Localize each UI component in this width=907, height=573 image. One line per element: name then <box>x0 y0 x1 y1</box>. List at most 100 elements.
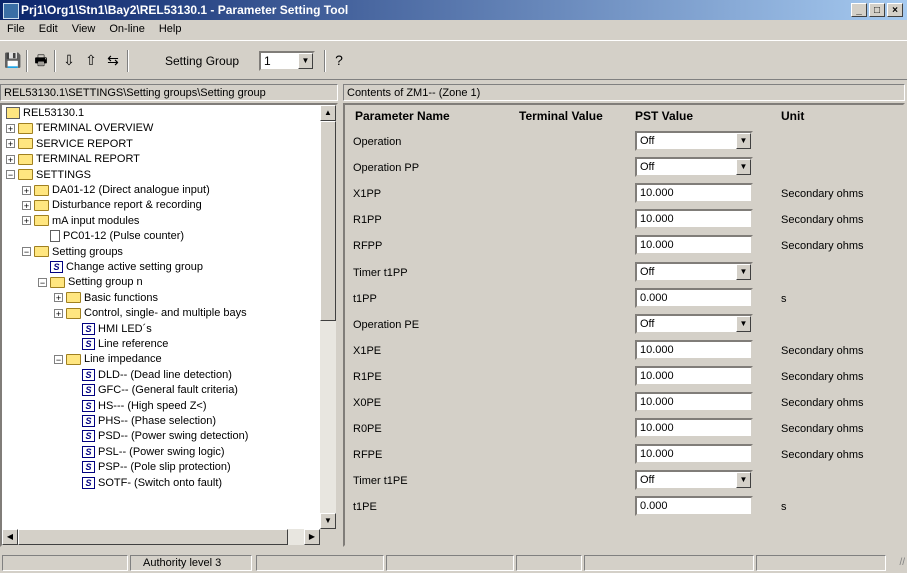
menu-file[interactable]: File <box>0 20 32 39</box>
expand-icon[interactable]: + <box>22 216 31 226</box>
tree-item[interactable]: PC01-12 (Pulse counter) <box>38 229 184 244</box>
scroll-left-icon[interactable]: ◀ <box>2 529 18 545</box>
tree-item[interactable]: − Setting group n <box>38 275 143 290</box>
collapse-icon[interactable]: − <box>38 277 47 287</box>
resize-grip-icon[interactable]: // <box>899 557 905 568</box>
chevron-down-icon[interactable]: ▼ <box>736 263 751 280</box>
scroll-up-icon[interactable]: ▲ <box>320 105 336 121</box>
parameter-name: RFPP <box>353 240 383 253</box>
write-to-terminal-icon[interactable]: ⇧ <box>82 51 100 69</box>
pst-value-select[interactable]: Off ▼ <box>635 313 753 334</box>
tree-item[interactable]: S SOTF- (Switch onto fault) <box>70 476 222 491</box>
tree-item-label: PC01-12 (Pulse counter) <box>63 230 185 243</box>
tree-item-label: PHS-- (Phase selection) <box>98 415 216 427</box>
parameter-row: R1PP 10.000 Secondary ohms <box>345 207 903 233</box>
pst-value-input[interactable]: 10.000 <box>635 339 753 360</box>
menu-edit[interactable]: Edit <box>32 20 65 39</box>
pst-value-select[interactable]: Off ▼ <box>635 470 753 491</box>
chevron-down-icon[interactable]: ▼ <box>298 53 313 69</box>
pst-value-input[interactable]: 0.000 <box>635 496 753 517</box>
pst-value-input[interactable]: 10.000 <box>635 418 753 439</box>
tree-item[interactable]: S PSP-- (Pole slip protection) <box>70 460 231 475</box>
expand-icon[interactable]: + <box>6 139 15 149</box>
tree-item[interactable]: S Line reference <box>70 337 168 352</box>
maximize-button[interactable]: □ <box>869 3 885 17</box>
menu-online[interactable]: On-line <box>102 20 151 39</box>
setting-group-select[interactable]: 1 ▼ <box>259 51 315 71</box>
tree-item[interactable]: S Change active setting group <box>38 260 203 275</box>
collapse-icon[interactable]: − <box>22 247 31 257</box>
parameter-row: t1PE 0.000 s <box>345 494 903 520</box>
tree-item[interactable]: S PHS-- (Phase selection) <box>70 414 216 429</box>
tree-item[interactable]: + mA input modules <box>22 214 139 229</box>
pst-value-input[interactable]: 10.000 <box>635 444 753 465</box>
chevron-down-icon[interactable]: ▼ <box>736 159 751 176</box>
tree-item-label: DLD-- (Dead line detection) <box>98 368 232 381</box>
header-parameter-name: Parameter Name <box>355 109 450 123</box>
expand-icon[interactable]: + <box>54 293 63 303</box>
save-icon[interactable]: 💾 <box>4 51 22 69</box>
chevron-down-icon[interactable]: ▼ <box>736 472 751 489</box>
menu-view[interactable]: View <box>65 20 103 39</box>
tree-item[interactable]: − SETTINGS <box>6 168 91 183</box>
pst-value-input[interactable]: 0.000 <box>635 287 753 308</box>
help-icon[interactable]: ? <box>330 51 348 69</box>
pst-value-input[interactable]: 10.000 <box>635 392 753 412</box>
parameter-row: X1PP 10.000 Secondary ohms <box>345 181 903 207</box>
close-button[interactable]: × <box>887 3 903 17</box>
expand-icon[interactable]: + <box>22 200 31 210</box>
settings-page-icon: S <box>82 415 95 428</box>
compare-icon[interactable]: ⇆ <box>104 51 122 69</box>
parameter-unit: s <box>781 292 787 305</box>
expand-icon[interactable]: + <box>22 185 31 195</box>
parameter-name: t1PE <box>353 501 377 514</box>
pst-value-input[interactable]: 10.000 <box>635 209 753 230</box>
scroll-thumb[interactable] <box>320 121 336 321</box>
scroll-right-icon[interactable]: ▶ <box>304 529 320 545</box>
tree-item-label: Line impedance <box>84 353 162 366</box>
read-from-terminal-icon[interactable]: ⇩ <box>60 51 78 69</box>
expand-icon[interactable]: + <box>54 308 63 318</box>
pst-value-select[interactable]: Off ▼ <box>635 131 753 151</box>
tree-item[interactable]: − Setting groups <box>22 245 123 260</box>
pst-value-select[interactable]: Off ▼ <box>635 261 753 282</box>
parameter-row: Operation Off ▼ <box>345 129 903 155</box>
collapse-icon[interactable]: − <box>54 354 63 364</box>
expand-icon[interactable]: + <box>6 123 15 133</box>
pst-value-input[interactable]: 10.000 <box>635 365 753 386</box>
menu-help[interactable]: Help <box>152 20 189 39</box>
tree-item[interactable]: S HS--- (High speed Z<) <box>70 399 207 414</box>
setting-group-label: Setting Group <box>165 54 240 68</box>
collapse-icon[interactable]: − <box>6 170 15 180</box>
pst-value-input[interactable]: 10.000 <box>635 235 753 256</box>
tree-item[interactable]: S PSD-- (Power swing detection) <box>70 429 248 444</box>
pst-value-input[interactable]: 10.000 <box>635 183 753 204</box>
pst-value-select[interactable]: Off ▼ <box>635 157 753 178</box>
tree-item[interactable]: S DLD-- (Dead line detection) <box>70 368 232 383</box>
expand-icon[interactable]: + <box>6 154 15 164</box>
tree-vertical-scrollbar[interactable]: ▲ ▼ <box>320 105 336 529</box>
tree-item[interactable]: REL53130.1 <box>6 106 84 121</box>
tree-item[interactable]: + Control, single- and multiple bays <box>54 306 247 321</box>
parameter-row: R0PE 10.000 Secondary ohms <box>345 416 903 442</box>
chevron-down-icon[interactable]: ▼ <box>736 133 751 149</box>
tree-item[interactable]: + SERVICE REPORT <box>6 137 133 152</box>
chevron-down-icon[interactable]: ▼ <box>736 315 751 332</box>
scroll-down-icon[interactable]: ▼ <box>320 513 336 529</box>
print-icon[interactable]: 🖶 <box>32 51 50 69</box>
header-terminal-value: Terminal Value <box>519 109 603 123</box>
tree-item[interactable]: − Line impedance <box>54 352 162 367</box>
tree-item[interactable]: + Basic functions <box>54 291 158 306</box>
tree-item[interactable]: + Disturbance report & recording <box>22 198 202 213</box>
minimize-button[interactable]: _ <box>851 3 867 17</box>
tree-item[interactable]: S GFC-- (General fault criteria) <box>70 383 238 398</box>
horizontal-scroll-thumb[interactable] <box>18 529 288 545</box>
tree-item[interactable]: + TERMINAL REPORT <box>6 152 140 167</box>
tree-item[interactable]: S PSL-- (Power swing logic) <box>70 445 225 460</box>
tree-item[interactable]: S HMI LED´s <box>70 322 152 337</box>
tree-item[interactable]: + TERMINAL OVERVIEW <box>6 121 153 136</box>
tree-view[interactable]: REL53130.1 + TERMINAL OVERVIEW + SERVICE REP… <box>0 103 338 547</box>
tree-item[interactable]: + DA01-12 (Direct analogue input) <box>22 183 210 198</box>
folder-icon <box>18 138 33 150</box>
tree-horizontal-scrollbar[interactable]: ◀ ▶ <box>2 529 320 545</box>
